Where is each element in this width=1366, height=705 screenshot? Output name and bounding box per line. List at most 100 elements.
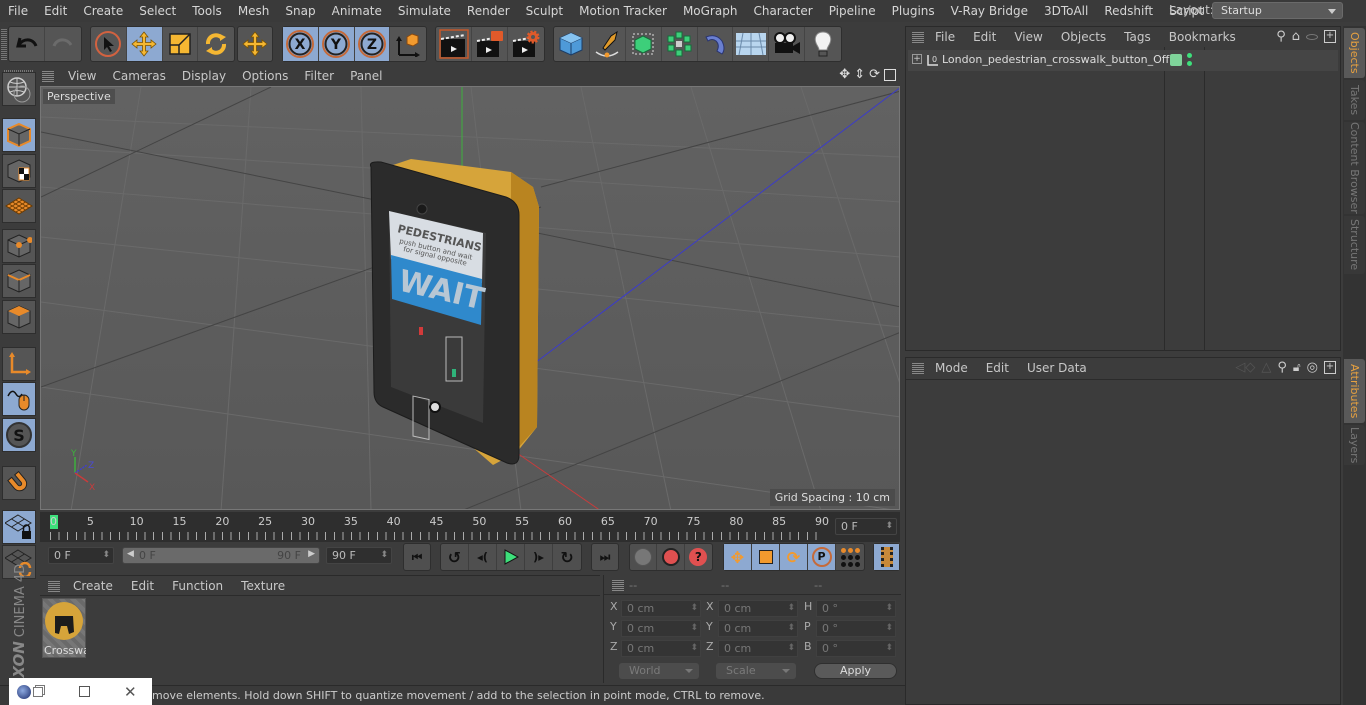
redo-button[interactable]: [45, 27, 81, 61]
light-button[interactable]: [805, 27, 841, 61]
om-menu-edit[interactable]: Edit: [964, 30, 1005, 44]
parameter-key-button[interactable]: P: [808, 544, 836, 570]
material-menu-create[interactable]: Create: [64, 579, 122, 593]
rot-h-field[interactable]: 0 °: [816, 600, 896, 617]
camera-button[interactable]: [769, 27, 806, 61]
attribute-manager-grip[interactable]: [912, 362, 924, 374]
object-name[interactable]: London_pedestrian_crosswalk_button_Off: [942, 53, 1169, 66]
pen-button[interactable]: [590, 27, 626, 61]
timeline-ruler[interactable]: 0 5 10 15 20 25 30 35 40 45 50 55 60 65 70 75 80 85 90 0 F: [40, 512, 900, 542]
tweak-mode-button[interactable]: [2, 382, 36, 416]
go-to-end-button[interactable]: ⏭: [592, 544, 618, 570]
pla-key-button[interactable]: [836, 544, 864, 570]
menu-pipeline[interactable]: Pipeline: [821, 4, 884, 18]
orbit-icon[interactable]: ⟳: [869, 67, 880, 82]
pos-x-field[interactable]: 0 cm: [621, 600, 701, 617]
apply-button[interactable]: Apply: [814, 663, 897, 679]
menu-vray-bridge[interactable]: V-Ray Bridge: [943, 4, 1036, 18]
search-icon[interactable]: ⚲: [1276, 29, 1286, 44]
new-panel-icon[interactable]: +: [1324, 30, 1336, 43]
om-menu-bookmarks[interactable]: Bookmarks: [1160, 30, 1245, 44]
recent-tools-button[interactable]: [238, 27, 272, 61]
lock-icon[interactable]: 🔓︎: [1293, 360, 1301, 375]
move-button[interactable]: [126, 27, 163, 61]
workplane-mode-button[interactable]: [2, 189, 36, 223]
tab-content-browser[interactable]: Content Browser: [1344, 122, 1365, 214]
polygons-mode-button[interactable]: [2, 300, 36, 334]
size-y-field[interactable]: 0 cm: [718, 620, 798, 637]
rot-b-field[interactable]: 0 °: [816, 640, 896, 657]
viewport-3d[interactable]: PEDESTRIANS push button and wait for sig…: [40, 86, 900, 510]
current-frame-field[interactable]: 0 F: [835, 518, 897, 535]
target-icon[interactable]: ◎: [1307, 360, 1318, 375]
viewport-menu-filter[interactable]: Filter: [296, 69, 342, 83]
rot-p-field[interactable]: 0 °: [816, 620, 896, 637]
link-icon[interactable]: [1306, 33, 1318, 40]
rotate-button[interactable]: [198, 27, 234, 61]
maximize-icon[interactable]: [79, 686, 90, 697]
object-row[interactable]: + 0 London_pedestrian_crosswalk_button_O…: [908, 50, 1338, 71]
coordinate-mode-dropdown[interactable]: Scale: [716, 663, 796, 679]
keyframe-selection-button[interactable]: ?: [685, 544, 712, 570]
coordinates-grip[interactable]: [612, 579, 624, 591]
start-frame-field[interactable]: 0 F: [48, 547, 114, 564]
next-frame-button[interactable]: )▸: [525, 544, 553, 570]
menu-edit[interactable]: Edit: [36, 4, 75, 18]
material-swatch[interactable]: Crosswa: [42, 598, 86, 658]
pos-y-field[interactable]: 0 cm: [621, 620, 701, 637]
attribute-new-panel-icon[interactable]: +: [1324, 361, 1336, 374]
home-icon[interactable]: ⌂: [1292, 29, 1300, 44]
om-menu-view[interactable]: View: [1005, 30, 1051, 44]
dolly-icon[interactable]: ⇕: [854, 67, 865, 82]
restore-icon[interactable]: [33, 686, 43, 697]
render-visibility-dot[interactable]: [1187, 61, 1192, 66]
make-editable-button[interactable]: [2, 72, 36, 106]
range-left-arrow-icon[interactable]: ◀: [127, 549, 134, 559]
tab-objects[interactable]: Objects: [1344, 28, 1365, 78]
viewport-menu-panel[interactable]: Panel: [342, 69, 390, 83]
menu-create[interactable]: Create: [75, 4, 131, 18]
cloner-button[interactable]: [662, 27, 698, 61]
om-menu-file[interactable]: File: [926, 30, 964, 44]
render-to-picture-viewer-button[interactable]: [472, 27, 508, 61]
axis-mode-button[interactable]: [2, 347, 36, 381]
menu-character[interactable]: Character: [745, 4, 820, 18]
viewport-menu-view[interactable]: View: [60, 69, 104, 83]
tab-takes[interactable]: Takes: [1344, 80, 1365, 120]
am-menu-edit[interactable]: Edit: [977, 361, 1018, 375]
menu-redshift[interactable]: Redshift: [1096, 4, 1161, 18]
menu-animate[interactable]: Animate: [324, 4, 390, 18]
deformer-button[interactable]: [698, 27, 734, 61]
solo-button[interactable]: S: [2, 418, 36, 452]
rotation-key-button[interactable]: ⟳: [780, 544, 808, 570]
viewport-menu-display[interactable]: Display: [174, 69, 234, 83]
camera-label[interactable]: Perspective: [43, 89, 115, 104]
menu-tools[interactable]: Tools: [184, 4, 230, 18]
material-menu-function[interactable]: Function: [163, 579, 232, 593]
record-button[interactable]: [630, 544, 658, 570]
previous-frame-button[interactable]: ◂(: [469, 544, 497, 570]
undo-button[interactable]: [9, 27, 45, 61]
edges-mode-button[interactable]: [2, 264, 36, 298]
menu-3dtoall[interactable]: 3DToAll: [1036, 4, 1096, 18]
editor-visibility-dot[interactable]: [1187, 53, 1192, 58]
close-icon[interactable]: ✕: [124, 683, 137, 701]
material-menu-texture[interactable]: Texture: [232, 579, 294, 593]
expand-icon[interactable]: +: [912, 54, 922, 64]
previous-key-button[interactable]: ↺: [441, 544, 469, 570]
tab-layers[interactable]: Layers: [1344, 425, 1365, 465]
floor-button[interactable]: [733, 27, 770, 61]
attribute-search-icon[interactable]: ⚲: [1277, 360, 1287, 375]
range-right-arrow-icon[interactable]: ▶: [308, 549, 315, 559]
am-menu-user-data[interactable]: User Data: [1018, 361, 1096, 375]
tab-structure[interactable]: Structure: [1344, 216, 1365, 274]
snap-button[interactable]: [2, 466, 36, 500]
end-frame-field[interactable]: 90 F: [326, 547, 392, 564]
up-icon[interactable]: △: [1261, 360, 1271, 375]
subdivision-button[interactable]: [626, 27, 662, 61]
menu-sculpt[interactable]: Sculpt: [518, 4, 571, 18]
layer-color-swatch[interactable]: [1170, 54, 1182, 66]
menu-snap[interactable]: Snap: [277, 4, 323, 18]
texture-mode-button[interactable]: [2, 154, 36, 188]
menu-mesh[interactable]: Mesh: [230, 4, 278, 18]
